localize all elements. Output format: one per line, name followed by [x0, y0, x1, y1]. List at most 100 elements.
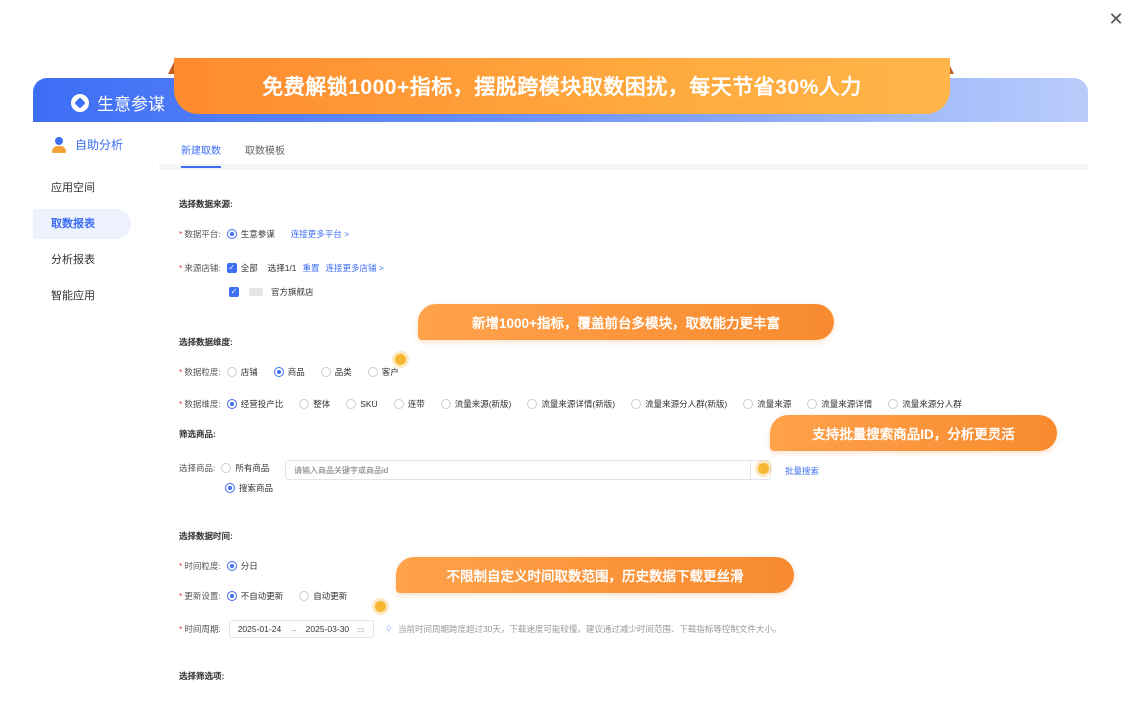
shop-name: 官方旗舰店	[271, 287, 314, 297]
radio-icon	[807, 399, 818, 409]
goods-search-box: ⌕	[285, 460, 771, 480]
update-off-radio[interactable]: 不自动更新	[226, 590, 283, 602]
radio-icon	[393, 399, 404, 409]
row-period: * 时间周期: 2025-01-24 → 2025-03-30 ▭ ⚲ 当前时间周…	[179, 620, 781, 638]
radio-icon	[631, 399, 642, 409]
tab-new-extract[interactable]: 新建取数	[181, 142, 221, 168]
dimension-opt[interactable]: 经营投产比	[226, 398, 283, 410]
section-source: 选择数据来源:	[179, 199, 233, 209]
compass-icon	[71, 93, 89, 112]
callout-batch-search: 支持批量搜索商品ID，分析更灵活	[770, 415, 1057, 451]
radio-icon	[320, 367, 331, 377]
calendar-icon: ▭	[357, 624, 365, 634]
update-on-radio[interactable]: 自动更新	[299, 590, 347, 602]
radio-checked-icon	[226, 561, 237, 571]
required-mark: *	[179, 624, 183, 634]
dimension-opt[interactable]: 连带	[393, 398, 425, 410]
radio-icon	[346, 399, 357, 409]
granularity-customer[interactable]: 客户	[367, 366, 399, 378]
dimension-opt[interactable]: 流量来源分人群(新版)	[631, 398, 727, 410]
goods-search-input[interactable]	[286, 461, 750, 479]
required-mark: *	[179, 367, 183, 377]
radio-icon	[226, 367, 237, 377]
row-search-goods: 搜索商品	[225, 482, 283, 494]
radio-checked-icon	[273, 367, 284, 377]
radio-icon	[743, 399, 754, 409]
required-mark: *	[179, 229, 183, 239]
shop-count: 选择1/1	[267, 263, 297, 273]
tab-bar: 新建取数 取数模板	[159, 122, 1088, 170]
connect-platform-link[interactable]: 连接更多平台 >	[291, 228, 349, 240]
dimension-opt[interactable]: 流量来源详情(新版)	[527, 398, 615, 410]
time-granularity-label: 时间粒度:	[184, 561, 221, 571]
shop-label: 来源店铺:	[184, 263, 221, 273]
row-dimension: * 数据维度: 经营投产比 整体 SKU 连带 流量来源(新版) 流量来源详情(新…	[179, 398, 972, 410]
sidebar: 自助分析 应用空间 取数报表 分析报表 智能应用	[33, 122, 151, 692]
required-mark: *	[179, 263, 183, 273]
all-goods-radio[interactable]: 所有商品	[221, 462, 269, 474]
redacted-text	[249, 288, 263, 296]
row-granularity: * 数据粒度: 店铺 商品 品类 客户	[179, 366, 409, 378]
platform-label: 数据平台:	[184, 229, 221, 239]
sidebar-item-data-report[interactable]: 取数报表	[33, 209, 131, 239]
row-time-granularity: * 时间粒度: 分日	[179, 560, 268, 572]
row-update: * 更新设置: 不自动更新 自动更新	[179, 590, 357, 602]
sidebar-item-smart-app[interactable]: 智能应用	[33, 281, 131, 311]
row-shop-item[interactable]: ✓ 官方旗舰店	[229, 286, 314, 298]
dimension-label: 数据维度:	[184, 399, 221, 409]
sidebar-header[interactable]: 自助分析	[33, 122, 151, 167]
granularity-shop[interactable]: 店铺	[226, 366, 258, 378]
batch-search-link[interactable]: 批量搜索	[785, 465, 819, 477]
row-platform: * 数据平台: 生意参谋 连接更多平台 >	[179, 228, 349, 240]
tab-template[interactable]: 取数模板	[245, 142, 285, 157]
required-mark: *	[179, 399, 183, 409]
date-separator: →	[289, 624, 298, 634]
dimension-opt[interactable]: 流量来源	[743, 398, 791, 410]
section-time: 选择数据时间:	[179, 531, 233, 541]
period-label: 时间周期:	[184, 624, 221, 634]
row-shop: * 来源店铺: ✓ 全部 选择1/1 重置 连接更多店铺 >	[179, 262, 384, 274]
search-goods-radio[interactable]: 搜索商品	[225, 482, 273, 494]
radio-icon	[299, 399, 310, 409]
sidebar-header-label: 自助分析	[75, 138, 124, 152]
user-icon	[51, 136, 67, 153]
dimension-opt[interactable]: 流量来源(新版)	[440, 398, 511, 410]
callout-time: 不限制自定义时间取数范围，历史数据下载更丝滑	[396, 557, 794, 593]
modal: ✕ 生意参谋 自助分析 应用空间 取数报表 分析报表 智能应用 新建取数 取数模…	[0, 0, 1147, 722]
connect-shop-link[interactable]: 连接更多店铺 >	[326, 262, 384, 274]
callout-metrics: 新增1000+指标，覆盖前台多模块，取数能力更丰富	[418, 304, 834, 340]
granularity-label: 数据粒度:	[184, 367, 221, 377]
callout-dot	[758, 463, 769, 474]
app-window: 生意参谋 自助分析 应用空间 取数报表 分析报表 智能应用 新建取数 取数模板 …	[33, 78, 1088, 692]
radio-icon	[888, 399, 899, 409]
radio-icon	[221, 463, 232, 473]
date-end: 2025-03-30	[305, 624, 350, 634]
section-filter-goods: 筛选商品:	[179, 429, 216, 439]
time-granularity-daily[interactable]: 分日	[226, 560, 258, 572]
section-dimension: 选择数据维度:	[179, 337, 233, 347]
section-filter-options: 选择筛选项:	[179, 671, 225, 681]
period-hint: 当前时间周期跨度超过30天，下载速度可能较慢。建议通过减少时间范围、下载指标等控…	[397, 624, 782, 634]
update-label: 更新设置:	[184, 591, 221, 601]
granularity-goods[interactable]: 商品	[273, 366, 305, 378]
shop-all-checkbox[interactable]: ✓ 全部	[226, 262, 258, 274]
brand-title: 生意参谋	[97, 95, 165, 114]
dimension-opt[interactable]: 流量来源分人群	[888, 398, 962, 410]
granularity-category[interactable]: 品类	[320, 366, 352, 378]
radio-icon	[299, 591, 310, 601]
date-range-picker[interactable]: 2025-01-24 → 2025-03-30 ▭	[228, 620, 374, 638]
dimension-opt[interactable]: SKU	[346, 399, 378, 409]
close-icon[interactable]: ✕	[1107, 10, 1125, 28]
radio-icon	[527, 399, 538, 409]
sidebar-item-analysis-report[interactable]: 分析报表	[33, 245, 131, 275]
promo-banner: 免费解锁1000+指标，摆脱跨模块取数困扰，每天节省30%人力	[168, 56, 960, 114]
banner-text: 免费解锁1000+指标，摆脱跨模块取数困扰，每天节省30%人力	[174, 58, 950, 114]
dimension-opt[interactable]: 流量来源详情	[807, 398, 872, 410]
dimension-opt[interactable]: 整体	[299, 398, 330, 410]
sidebar-item-app-space[interactable]: 应用空间	[33, 173, 131, 203]
checkbox-checked-icon: ✓	[226, 263, 237, 273]
shop-reset-link[interactable]: 重置	[303, 262, 320, 274]
platform-option[interactable]: 生意参谋	[226, 228, 275, 240]
radio-icon	[367, 367, 378, 377]
select-goods-label: 选择商品:	[179, 463, 216, 473]
